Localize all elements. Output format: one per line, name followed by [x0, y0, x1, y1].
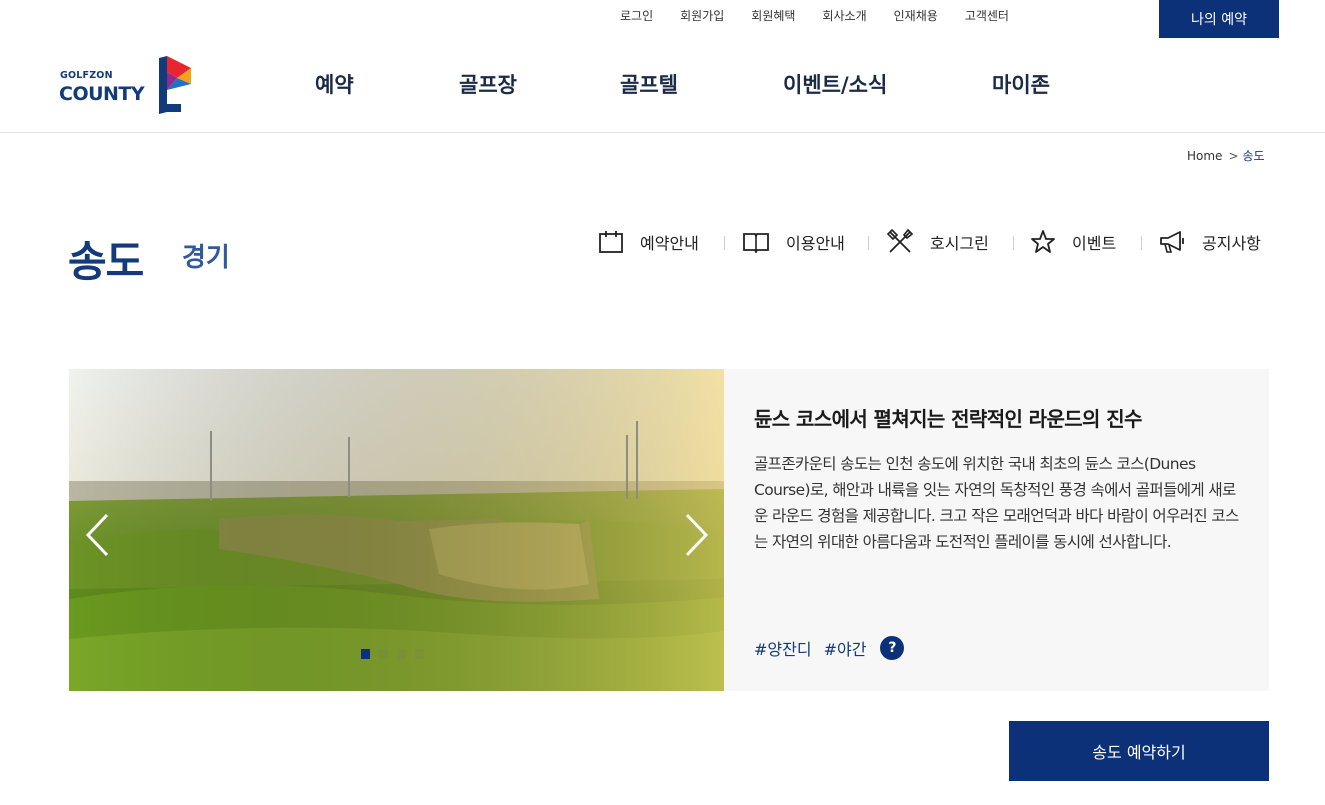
calendar-icon — [599, 231, 623, 253]
slider-dot[interactable] — [379, 649, 388, 659]
book-songdo-button[interactable]: 송도 예약하기 — [1009, 721, 1269, 781]
help-icon[interactable]: ? — [880, 636, 905, 660]
submenu-divider — [724, 236, 725, 250]
nav-reservation[interactable]: 예약 — [315, 69, 354, 99]
submenu-divider — [868, 236, 869, 250]
careers-link[interactable]: 인재채용 — [894, 7, 938, 24]
tag-night: #야간 — [823, 640, 867, 659]
submenu-label: 이벤트 — [1072, 234, 1117, 253]
signup-link[interactable]: 회원가입 — [680, 7, 724, 24]
breadcrumb-current: 송도 — [1242, 149, 1265, 163]
nav-golftel[interactable]: 골프텔 — [620, 69, 678, 99]
submenu-restaurant[interactable]: 호시그린 — [886, 228, 989, 256]
my-reservation-button[interactable]: 나의 예약 — [1159, 0, 1279, 38]
megaphone-icon — [1160, 231, 1184, 253]
slider-pagination — [361, 649, 433, 659]
book-icon — [743, 233, 769, 253]
submenu-usage-guide[interactable]: 이용안내 — [742, 228, 845, 256]
tag-turf: #양잔디 — [754, 640, 812, 659]
nav-myzone[interactable]: 마이존 — [992, 69, 1050, 99]
page-title: 송도 — [68, 237, 144, 286]
submenu-notices[interactable]: 공지사항 — [1158, 228, 1261, 256]
breadcrumb-separator: > — [1228, 149, 1239, 163]
main-nav: 예약 골프장 골프텔 이벤트/소식 마이존 — [0, 69, 1325, 99]
submenu-divider — [1141, 236, 1142, 250]
star-icon — [1031, 230, 1055, 253]
slider-dot[interactable] — [415, 649, 424, 659]
customer-center-link[interactable]: 고객센터 — [965, 7, 1009, 24]
company-info-link[interactable]: 회사소개 — [822, 7, 866, 24]
utility-bar: 로그인 회원가입 회원혜택 회사소개 인재채용 고객센터 나의 예약 — [0, 0, 1325, 38]
course-info-panel: 듄스 코스에서 펼쳐지는 전략적인 라운드의 진수 골프존카운티 송도는 인천 … — [724, 369, 1269, 691]
course-photo-slider[interactable] — [69, 369, 724, 691]
slider-dot[interactable] — [397, 649, 406, 659]
site-header: GOLFZON COUNTY 예약 골프장 골프텔 이벤트/소식 마이존 — [0, 38, 1325, 133]
submenu-label: 예약안내 — [640, 234, 699, 253]
nav-events-news[interactable]: 이벤트/소식 — [783, 69, 887, 99]
member-benefits-link[interactable]: 회원혜택 — [751, 7, 795, 24]
submenu-divider — [1013, 236, 1014, 250]
submenu-label: 공지사항 — [1202, 234, 1261, 253]
course-intro-description: 골프존카운티 송도는 인천 송도에 위치한 국내 최초의 듄스 코스(Dunes… — [754, 455, 1239, 551]
utility-links: 로그인 회원가입 회원혜택 회사소개 인재채용 고객센터 — [620, 7, 1036, 24]
breadcrumb: Home > 송도 — [1187, 147, 1265, 164]
course-intro-title: 듄스 코스에서 펼쳐지는 전략적인 라운드의 진수 — [754, 407, 1142, 431]
nav-golf-courses[interactable]: 골프장 — [459, 69, 517, 99]
submenu-label: 호시그린 — [930, 234, 989, 253]
course-photo — [69, 369, 724, 691]
slider-dot[interactable] — [361, 649, 370, 659]
breadcrumb-home[interactable]: Home — [1187, 149, 1222, 163]
submenu-reservation-guide[interactable]: 예약안내 — [598, 228, 699, 256]
slider-next-arrow-icon[interactable] — [683, 512, 711, 558]
page-region: 경기 — [182, 243, 230, 273]
utensils-icon — [886, 228, 914, 253]
submenu-events[interactable]: 이벤트 — [1030, 228, 1116, 256]
login-link[interactable]: 로그인 — [620, 7, 653, 24]
submenu-label: 이용안내 — [786, 234, 845, 253]
slider-prev-arrow-icon[interactable] — [83, 512, 111, 558]
course-tags: #양잔디 #야간 ? — [754, 636, 905, 660]
